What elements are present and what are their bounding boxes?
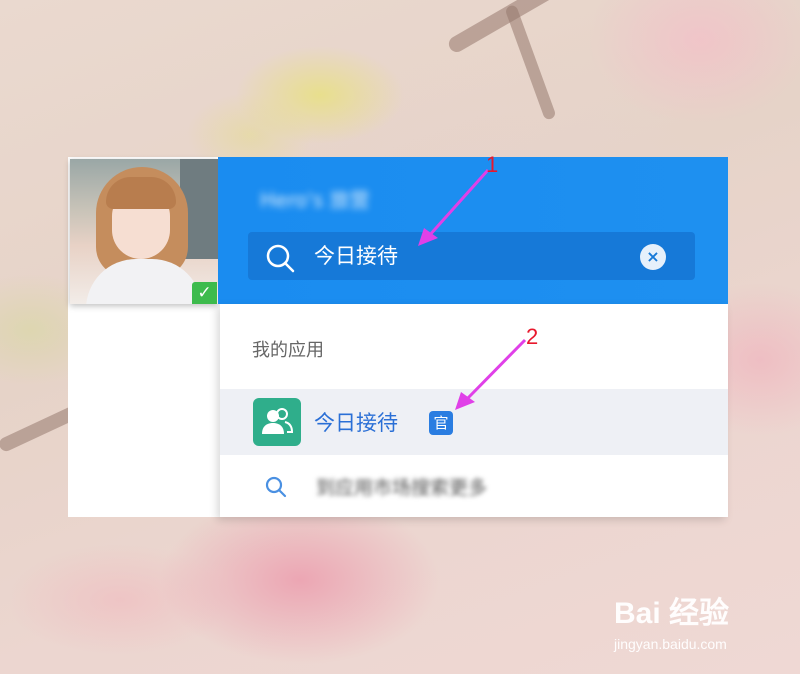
- annotation-label-2: 2: [526, 324, 539, 349]
- annotation-layer: [418, 168, 527, 410]
- annotation-label-1: 1: [486, 152, 499, 177]
- watermark-logo: Bai 经验: [614, 597, 730, 630]
- annotation-arrow-2: [455, 338, 527, 410]
- annotation-arrow-1: [418, 168, 490, 246]
- watermark-url: jingyan.baidu.com: [614, 636, 727, 652]
- baidu-jingyan-watermark: Bai 经验 jingyan.baidu.com: [610, 582, 800, 672]
